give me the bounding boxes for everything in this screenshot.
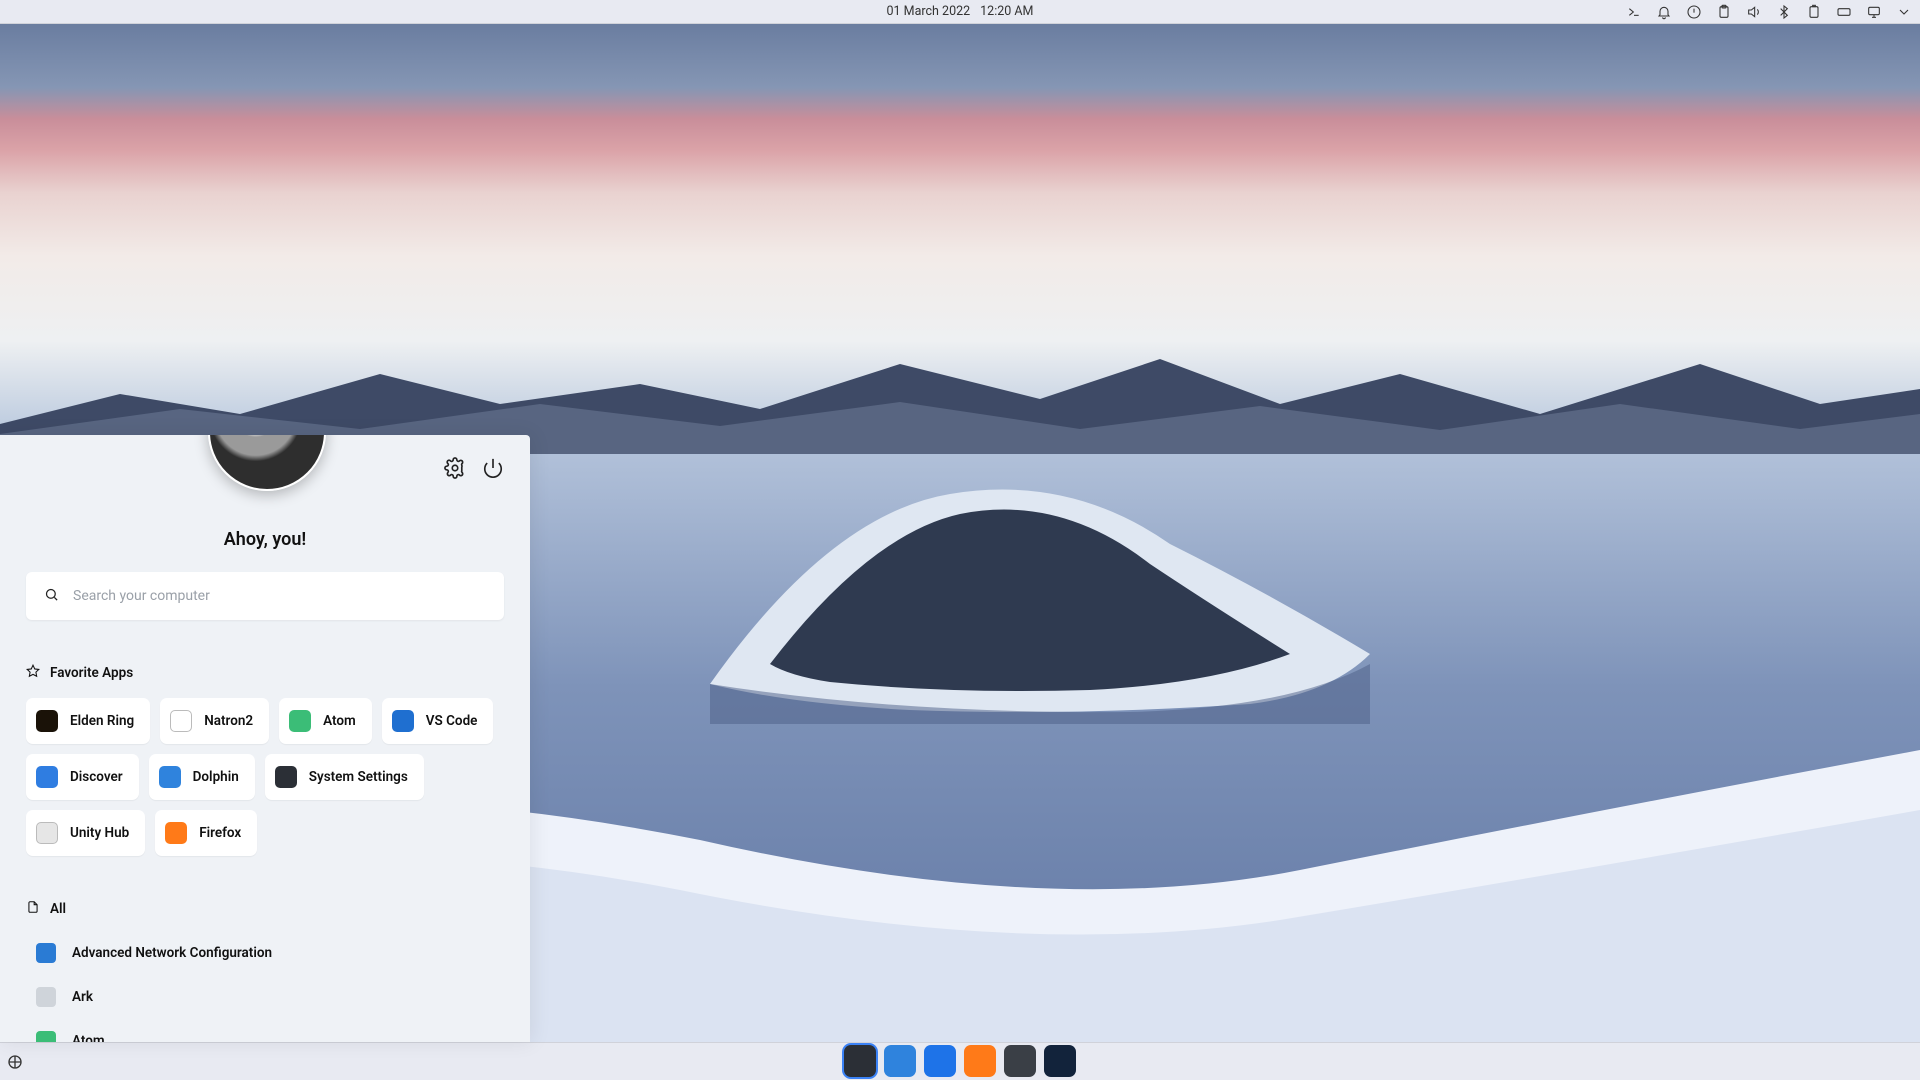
app-icon bbox=[36, 1031, 56, 1042]
app-icon bbox=[36, 766, 58, 788]
search-box[interactable] bbox=[26, 572, 504, 620]
all-app-atom[interactable]: Atom bbox=[26, 1022, 504, 1042]
dock-item-system-monitor[interactable] bbox=[844, 1045, 876, 1077]
favorite-app-label: Firefox bbox=[199, 825, 241, 841]
volume-icon[interactable] bbox=[1746, 4, 1762, 20]
all-label: All bbox=[50, 901, 66, 917]
favorite-app-discover[interactable]: Discover bbox=[26, 754, 139, 800]
task-dock bbox=[844, 1045, 1076, 1077]
dock-item-firefox[interactable] bbox=[964, 1045, 996, 1077]
favorite-app-elden-ring[interactable]: Elden Ring bbox=[26, 698, 150, 744]
dock-item-konsole[interactable] bbox=[1004, 1045, 1036, 1077]
system-tray bbox=[1626, 0, 1912, 24]
favorite-app-dolphin[interactable]: Dolphin bbox=[149, 754, 255, 800]
favorite-app-natron2[interactable]: Natron2 bbox=[160, 698, 269, 744]
app-icon bbox=[289, 710, 311, 732]
panel-time: 12:20 AM bbox=[980, 4, 1033, 19]
network-icon[interactable] bbox=[1866, 4, 1882, 20]
bell-icon[interactable] bbox=[1656, 4, 1672, 20]
all-app-label: Advanced Network Configuration bbox=[72, 945, 272, 961]
favorite-app-label: System Settings bbox=[309, 769, 408, 785]
all-app-label: Ark bbox=[72, 989, 93, 1005]
all-app-label: Atom bbox=[72, 1033, 105, 1042]
app-launcher-menu: Ahoy, you! Favorite Apps Elden Ring Natro… bbox=[0, 435, 530, 1042]
app-icon bbox=[165, 822, 187, 844]
favorite-app-label: VS Code bbox=[426, 713, 478, 729]
favorite-app-system-settings[interactable]: System Settings bbox=[265, 754, 424, 800]
app-icon bbox=[36, 822, 58, 844]
wallpaper-island bbox=[650, 454, 1430, 724]
greeting-text: Ahoy, you! bbox=[26, 529, 504, 550]
star-icon bbox=[26, 664, 40, 682]
document-icon bbox=[26, 900, 40, 918]
favorite-app-atom[interactable]: Atom bbox=[279, 698, 372, 744]
all-app-advanced-network-configuration[interactable]: Advanced Network Configuration bbox=[26, 934, 504, 972]
settings-button[interactable] bbox=[444, 457, 466, 479]
favorite-app-label: Dolphin bbox=[193, 769, 239, 785]
favorite-app-vs-code[interactable]: VS Code bbox=[382, 698, 494, 744]
dock-item-files[interactable] bbox=[924, 1045, 956, 1077]
app-icon bbox=[275, 766, 297, 788]
search-input[interactable] bbox=[73, 588, 486, 604]
panel-clock[interactable]: 01 March 2022 12:20 AM bbox=[887, 4, 1034, 19]
dock-item-dolphin[interactable] bbox=[884, 1045, 916, 1077]
all-apps-list: Advanced Network Configuration Ark Atom bbox=[26, 934, 504, 1042]
app-icon bbox=[36, 987, 56, 1007]
favorites-grid: Elden Ring Natron2 Atom VS Code Discover Dolp… bbox=[26, 698, 504, 856]
favorite-app-unity-hub[interactable]: Unity Hub bbox=[26, 810, 145, 856]
app-icon bbox=[36, 943, 56, 963]
favorite-app-label: Unity Hub bbox=[70, 825, 129, 841]
favorites-section-header: Favorite Apps bbox=[26, 664, 504, 682]
clipboard-icon[interactable] bbox=[1716, 4, 1732, 20]
app-icon bbox=[36, 710, 58, 732]
panel-date: 01 March 2022 bbox=[887, 4, 971, 19]
all-section-header: All bbox=[26, 900, 504, 918]
favorite-app-label: Natron2 bbox=[204, 713, 253, 729]
chevron-down-icon[interactable] bbox=[1896, 4, 1912, 20]
favorite-app-label: Discover bbox=[70, 769, 123, 785]
favorite-app-firefox[interactable]: Firefox bbox=[155, 810, 257, 856]
power-button[interactable] bbox=[482, 457, 504, 479]
favorite-app-label: Elden Ring bbox=[70, 713, 134, 729]
launcher-button[interactable] bbox=[0, 1043, 30, 1080]
app-icon bbox=[392, 710, 414, 732]
favorite-app-label: Atom bbox=[323, 713, 356, 729]
all-app-ark[interactable]: Ark bbox=[26, 978, 504, 1016]
bottom-panel bbox=[0, 1042, 1920, 1080]
dock-item-steam[interactable] bbox=[1044, 1045, 1076, 1077]
app-icon bbox=[170, 710, 192, 732]
favorites-label: Favorite Apps bbox=[50, 665, 133, 681]
search-icon bbox=[44, 587, 59, 606]
battery-icon[interactable] bbox=[1806, 4, 1822, 20]
top-panel: 01 March 2022 12:20 AM bbox=[0, 0, 1920, 24]
app-icon bbox=[159, 766, 181, 788]
updates-icon[interactable] bbox=[1686, 4, 1702, 20]
terminal-icon[interactable] bbox=[1626, 4, 1642, 20]
bluetooth-icon[interactable] bbox=[1776, 4, 1792, 20]
keyboard-icon[interactable] bbox=[1836, 4, 1852, 20]
